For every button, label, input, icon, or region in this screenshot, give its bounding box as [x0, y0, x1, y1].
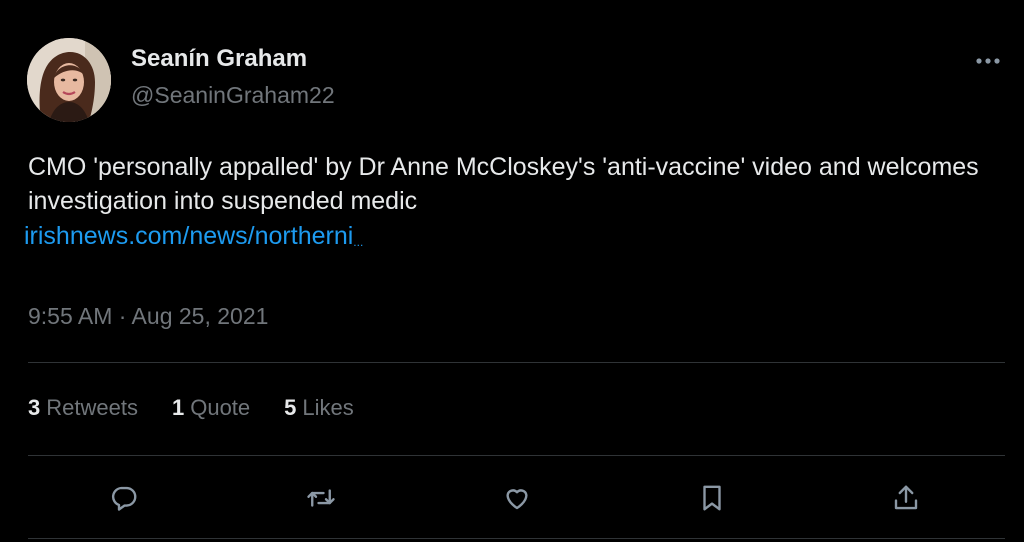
engagement-stats: 3 Retweets 1 Quote 5 Likes — [28, 395, 354, 425]
retweets-stat[interactable]: 3 Retweets — [28, 395, 138, 425]
tweet-card: Seanín Graham @SeaninGraham22 CMO 'perso… — [0, 0, 1024, 542]
retweets-label: Retweets — [46, 395, 138, 420]
likes-count: 5 — [284, 395, 297, 420]
avatar[interactable] — [27, 38, 111, 122]
likes-stat[interactable]: 5 Likes — [284, 395, 354, 425]
quotes-label: Quote — [190, 395, 251, 420]
avatar-photo — [27, 38, 111, 122]
share-button[interactable] — [886, 478, 926, 518]
retweet-icon — [307, 489, 335, 507]
divider — [28, 362, 1005, 363]
retweet-button[interactable] — [301, 478, 341, 518]
bookmark-button[interactable] — [692, 478, 732, 518]
quotes-stat[interactable]: 1 Quote — [172, 395, 250, 425]
tweet-link[interactable]: irishnews.com/news/northerni... — [24, 219, 363, 259]
likes-label: Likes — [302, 395, 354, 420]
author-display-name[interactable]: Seanín Graham — [131, 45, 307, 73]
more-horizontal-icon — [976, 58, 1000, 64]
divider — [28, 538, 1005, 539]
more-options-button[interactable] — [970, 48, 1006, 74]
reply-icon — [112, 486, 137, 511]
tweet-text: CMO 'personally appalled' by Dr Anne McC… — [28, 153, 979, 215]
heart-icon — [506, 489, 528, 510]
retweets-count: 3 — [28, 395, 41, 420]
tweet-timestamp[interactable]: 9:55 AM · Aug 25, 2021 — [28, 303, 268, 330]
tweet-link-text: irishnews.com/news/northerni — [24, 222, 354, 250]
share-icon — [894, 485, 918, 510]
bookmark-icon — [703, 485, 721, 511]
quotes-count: 1 — [171, 395, 185, 420]
link-ellipsis: ... — [353, 235, 364, 249]
reply-button[interactable] — [104, 478, 144, 518]
like-button[interactable] — [497, 478, 537, 518]
author-handle[interactable]: @SeaninGraham22 — [131, 82, 335, 109]
divider — [28, 455, 1005, 456]
